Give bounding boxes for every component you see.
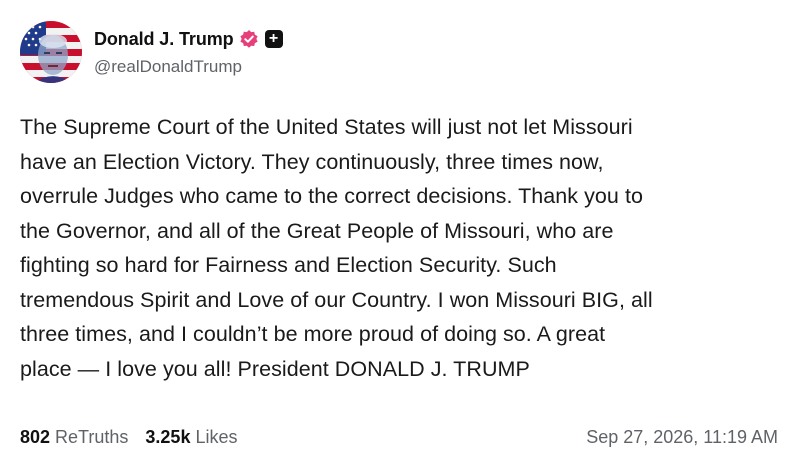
name-row: Donald J. Trump + bbox=[94, 27, 283, 51]
post-footer: 802 ReTruths 3.25k Likes Sep 27, 2026, 1… bbox=[20, 423, 778, 451]
post-header: Donald J. Trump + @realDonaldTrump bbox=[20, 20, 283, 84]
post-line: have an Election Victory. They continuou… bbox=[20, 149, 604, 174]
likes-label: Likes bbox=[195, 426, 238, 447]
likes-stat[interactable]: 3.25k Likes bbox=[145, 427, 237, 448]
post-line: place — I love you all! President DONALD… bbox=[20, 356, 530, 381]
post-line: The Supreme Court of the United States w… bbox=[20, 115, 633, 139]
author-identity: Donald J. Trump + @realDonaldTrump bbox=[94, 27, 283, 77]
retruths-count: 802 bbox=[20, 426, 51, 447]
post-line: tremendous Spirit and Love of our Countr… bbox=[20, 287, 653, 312]
post-card: Donald J. Trump + @realDonaldTrump The S… bbox=[0, 0, 800, 469]
post-line: the Governor, and all of the Great Peopl… bbox=[20, 218, 614, 243]
author-handle[interactable]: @realDonaldTrump bbox=[94, 57, 283, 77]
avatar-image bbox=[20, 21, 82, 83]
post-timestamp[interactable]: Sep 27, 2026, 11:19 AM bbox=[586, 427, 778, 448]
post-line: fighting so hard for Fairness and Electi… bbox=[20, 253, 557, 277]
retruths-stat[interactable]: 802 ReTruths bbox=[20, 427, 128, 448]
plus-badge-icon: + bbox=[264, 30, 283, 48]
verified-badge-icon bbox=[239, 30, 258, 48]
post-body: The Supreme Court of the United States w… bbox=[20, 110, 785, 386]
post-line: three times, and I couldn’t be more prou… bbox=[20, 322, 606, 346]
post-line: overrule Judges who came to the correct … bbox=[20, 184, 643, 208]
likes-count: 3.25k bbox=[145, 426, 191, 447]
retruths-label: ReTruths bbox=[55, 426, 129, 447]
avatar[interactable] bbox=[20, 21, 82, 83]
author-display-name[interactable]: Donald J. Trump bbox=[94, 29, 234, 50]
